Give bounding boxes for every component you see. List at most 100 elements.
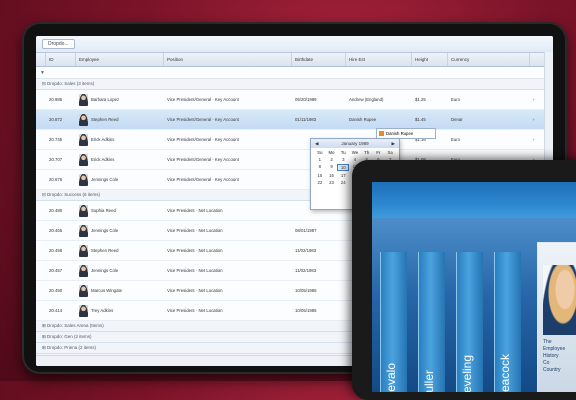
table-cell[interactable]: 20.465 [46,228,76,233]
table-cell[interactable]: 20.414 [46,308,76,313]
cell-employee[interactable]: Jennings Cole [76,173,164,186]
next-month-icon[interactable]: ▶ [392,141,395,147]
table-cell[interactable]: 11/02/1983 [292,268,346,273]
table-row[interactable]: 20.985 Barbara Lopez Vice President/Genera… [36,90,553,110]
calendar-day[interactable]: 8 [314,164,326,171]
table-cell[interactable]: 20.480 [46,208,76,213]
table-row[interactable]: 20.745 Erick Adkins Vice President/General… [36,130,553,150]
table-cell[interactable]: 20.457 [46,268,76,273]
table-cell[interactable]: Andrew (England) [346,97,412,102]
table-cell[interactable]: Danish Rupee [346,117,412,122]
table-cell[interactable]: Vice President/General · Key Account [164,97,292,102]
group-panel-tag[interactable]: Dropdo... [42,39,75,49]
tablet-pillar-3[interactable]: Leveling [456,252,483,392]
tablet-header-band [372,182,576,218]
filter-row[interactable]: ▼ [36,67,553,79]
tablet-pillar-2[interactable]: Fuller [418,252,445,392]
table-cell[interactable]: Denar [448,117,530,122]
avatar [79,304,88,317]
table-cell[interactable]: Vice President · Net Location [164,308,292,313]
tablet-pillar-1[interactable]: Devalo [380,252,407,392]
calendar-day[interactable]: 22 [314,180,326,185]
calendar-day[interactable]: 15 [314,173,326,178]
card-line: Employee [543,346,566,352]
calendar-header: ◀ January 1989 ▶ [311,139,399,148]
column-header[interactable]: Hire Est [346,53,412,66]
column-header[interactable]: Birthdate [292,53,346,66]
calendar-day[interactable]: 24 [337,180,349,185]
column-header[interactable]: ID [46,53,76,66]
table-cell[interactable]: Vice President/General · Key Account [164,137,292,142]
table-cell[interactable]: Vice President · Net Location [164,228,292,233]
cell-employee[interactable]: Barbara Lopez [76,93,164,106]
table-cell[interactable]: 20.985 [46,97,76,102]
cell-employee[interactable]: Erick Adkins [76,153,164,166]
calendar-day[interactable]: 16 [326,173,338,178]
calendar-day[interactable]: 10 [337,164,350,171]
table-cell[interactable]: Vice President · Net Location [164,288,292,293]
table-cell[interactable]: 01/11/1983 [292,117,346,122]
table-cell[interactable]: 20.872 [46,117,76,122]
calendar-day[interactable]: 23 [326,180,338,185]
column-header[interactable]: Height [412,53,448,66]
table-cell[interactable]: Vice President/General · Key Account [164,157,292,162]
group-panel[interactable]: Dropdo... [36,36,553,53]
table-cell[interactable]: $1.45 [412,117,448,122]
table-cell[interactable]: 20.707 [46,157,76,162]
cell-employee[interactable]: Stephen Reed [76,244,164,257]
employee-card-text: The Employee History Co Country [543,339,565,374]
column-header[interactable]: Currency [448,53,530,66]
prev-month-icon[interactable]: ◀ [315,141,318,147]
calendar-day[interactable]: 2 [326,157,338,162]
table-cell[interactable]: 08/01/1987 [292,228,346,233]
table-cell[interactable]: 10/05/1985 [292,288,346,293]
table-cell[interactable]: Vice President/General · Key Account [164,117,292,122]
table-cell[interactable]: 11/02/1983 [292,248,346,253]
table-cell[interactable]: Euro [448,97,530,102]
cell-employee[interactable]: Marcus Wingate [76,284,164,297]
calendar-day[interactable]: 9 [326,164,338,171]
calendar-weekday: We [351,150,359,155]
cell-employee[interactable]: Jennings Cole [76,224,164,237]
cell-employee[interactable]: Jennings Cole [76,264,164,277]
cell-employee[interactable]: Trey Adkins [76,304,164,317]
table-cell[interactable]: 20.676 [46,177,76,182]
avatar [79,264,88,277]
grid-header: ID Employee Position Birthdate Hire Est Heigh… [36,53,553,67]
group-header[interactable]: ⊟ Dropdo: Sales (3 items) [36,79,553,90]
table-cell[interactable]: Vice President · Net Location [164,208,292,213]
column-header[interactable]: Employee [76,53,164,66]
table-cell[interactable]: 10/05/1985 [292,308,346,313]
avatar [79,204,88,217]
avatar [79,133,88,146]
cell-employee[interactable]: Stephen Reed [76,113,164,126]
tablet-pillar-4[interactable]: Peacock [494,252,521,392]
table-cell[interactable]: 05/20/1989 [292,97,346,102]
table-cell[interactable]: $1.25 [412,97,448,102]
table-row[interactable]: 20.872 Stephen Reed Vice President/General… [36,110,553,130]
table-cell[interactable]: Vice President · Net Location [164,248,292,253]
avatar [79,244,88,257]
employee-card[interactable]: The Employee History Co Country [537,242,576,392]
cell-employee[interactable]: Erick Adkins [76,133,164,146]
table-cell[interactable]: Euro [448,137,530,142]
table-cell[interactable]: 20.450 [46,288,76,293]
table-cell[interactable]: 20.745 [46,137,76,142]
calendar-weekday: Su [317,150,323,155]
tablet-device: Devalo Fuller Leveling Peacock The Employ… [352,160,576,400]
pillar-label: Devalo [384,362,398,392]
table-cell[interactable]: 20.458 [46,248,76,253]
calendar-day[interactable]: 3 [337,157,349,162]
calendar-day[interactable]: 17 [337,173,349,178]
filter-icon[interactable]: ▼ [36,70,45,76]
column-header[interactable]: Position [164,53,292,66]
avatar [79,113,88,126]
calendar-day[interactable]: 1 [314,157,326,162]
calendar-weekday: Sa [387,150,393,155]
table-cell[interactable]: Vice President · Net Location [164,268,292,273]
cell-employee[interactable]: Sophia Reed [76,204,164,217]
table-cell[interactable]: Vice President/General · Key Account [164,177,292,182]
card-line: Co [543,360,550,366]
card-line: History [543,353,559,359]
calendar-weekday: Tu [340,150,346,155]
